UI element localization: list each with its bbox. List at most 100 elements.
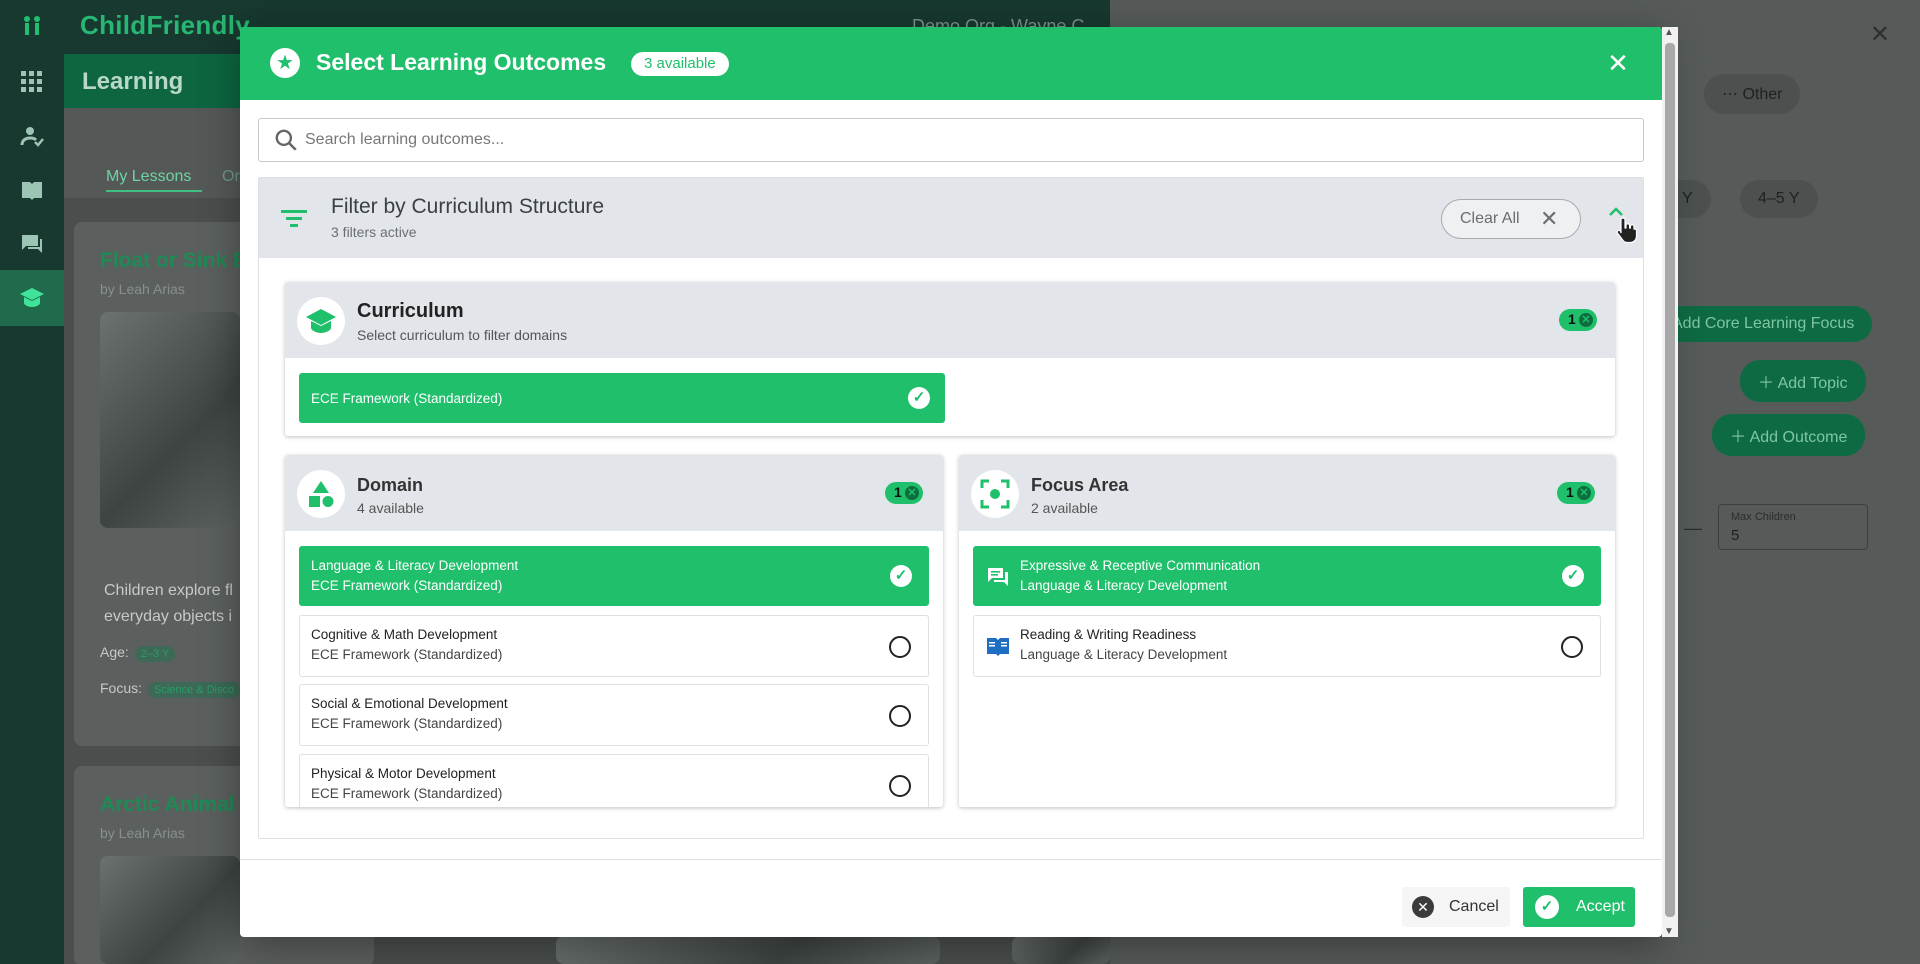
curriculum-subtitle: Select curriculum to filter domains: [357, 327, 568, 343]
option-label: Reading & Writing Readiness: [1020, 627, 1197, 642]
tab-other[interactable]: Or: [222, 168, 240, 186]
radio-unchecked-icon: [1561, 636, 1583, 658]
book-open-icon[interactable]: [18, 176, 46, 204]
dialog-scrollbar[interactable]: ▲ ▼: [1662, 27, 1678, 937]
accept-label: Accept: [1576, 898, 1625, 915]
clear-icon[interactable]: ✕: [1577, 486, 1591, 500]
cancel-label: Cancel: [1449, 898, 1499, 915]
add-core-learning-focus-button[interactable]: Add Core Learning Focus: [1660, 306, 1873, 342]
focus-area-header: Focus Area 2 available 1 ✕: [959, 455, 1615, 531]
age-chip: 2–3 Y: [134, 646, 176, 662]
option-sublabel: ECE Framework (Standardized): [311, 786, 503, 801]
focus-area-option[interactable]: Expressive & Receptive Communication Lan…: [973, 546, 1601, 606]
option-label: ECE Framework (Standardized): [311, 391, 503, 406]
lesson-title[interactable]: Arctic Animal: [100, 793, 235, 817]
clear-all-label: Clear All: [1460, 210, 1520, 227]
clear-icon[interactable]: ✕: [1579, 313, 1593, 327]
focus-area-title: Focus Area: [1031, 475, 1129, 495]
search-input[interactable]: [305, 125, 1625, 155]
lesson-description: Children explore fl everyday objects i: [104, 582, 233, 625]
check-icon: ✓: [1535, 895, 1559, 919]
curriculum-count-badge[interactable]: 1 ✕: [1559, 309, 1597, 331]
option-label: Cognitive & Math Development: [311, 627, 498, 642]
domain-panel: Domain 4 available 1 ✕ Language & Literac…: [285, 455, 943, 807]
check-icon: ✓: [1562, 565, 1584, 587]
radio-unchecked-icon: [889, 705, 911, 727]
lesson-age: Age: 2–3 Y: [100, 644, 176, 662]
select-learning-outcomes-dialog: ★ Select Learning Outcomes 3 available ✕…: [240, 27, 1662, 937]
footer-divider: [240, 859, 1662, 860]
focus-area-option[interactable]: Reading & Writing Readiness Language & L…: [973, 615, 1601, 677]
close-icon[interactable]: ✕: [1870, 20, 1890, 49]
option-label: Expressive & Receptive Communication: [1020, 558, 1261, 573]
option-sublabel: ECE Framework (Standardized): [311, 716, 503, 731]
domain-count-badge[interactable]: 1 ✕: [885, 482, 923, 504]
curriculum-filter-section: Filter by Curriculum Structure 3 filters…: [258, 177, 1644, 839]
add-outcome-button[interactable]: ＋ Add Outcome: [1712, 414, 1866, 456]
center-focus-icon: [971, 470, 1019, 518]
clear-icon[interactable]: ✕: [905, 486, 919, 500]
check-icon: ✓: [890, 565, 912, 587]
lesson-title[interactable]: Float or Sink E: [100, 249, 247, 273]
add-topic-button[interactable]: ＋ Add Topic: [1740, 360, 1866, 402]
max-children-field[interactable]: Max Children 5: [1718, 504, 1868, 550]
filter-count: 3 filters active: [331, 224, 417, 240]
graduation-cap-icon: [297, 297, 345, 345]
family-icon[interactable]: [18, 12, 46, 40]
tab-my-lessons[interactable]: My Lessons: [106, 168, 191, 186]
scroll-down-icon[interactable]: ▼: [1664, 926, 1674, 937]
option-sublabel: ECE Framework (Standardized): [311, 578, 503, 593]
cancel-button[interactable]: ✕ Cancel: [1402, 887, 1510, 927]
lesson-author: by Leah Arias: [100, 825, 185, 841]
domain-option[interactable]: Cognitive & Math Development ECE Framewo…: [299, 615, 929, 677]
domain-header: Domain 4 available 1 ✕: [285, 455, 943, 531]
lesson-image: [100, 312, 240, 528]
focus-area-count-badge[interactable]: 1 ✕: [1557, 482, 1595, 504]
max-children-label: Max Children: [1731, 511, 1796, 523]
search-box[interactable]: [258, 118, 1644, 162]
option-label: Physical & Motor Development: [311, 766, 496, 781]
lesson-author: by Leah Arias: [100, 281, 185, 297]
learning-icon[interactable]: [0, 270, 64, 326]
clear-all-button[interactable]: Clear All ✕: [1441, 199, 1581, 239]
domain-option[interactable]: Language & Literacy Development ECE Fram…: [299, 546, 929, 606]
domain-option[interactable]: Physical & Motor Development ECE Framewo…: [299, 754, 929, 807]
curriculum-panel: Curriculum Select curriculum to filter d…: [285, 282, 1615, 436]
messages-icon[interactable]: [18, 230, 46, 258]
scrollbar-thumb[interactable]: [1665, 43, 1675, 917]
filter-title: Filter by Curriculum Structure: [331, 195, 605, 218]
max-children-value: 5: [1731, 527, 1740, 544]
focus-area-panel: Focus Area 2 available 1 ✕ Expressive & R…: [959, 455, 1615, 807]
lesson-image: [1012, 936, 1110, 964]
apps-grid-icon[interactable]: [18, 68, 46, 96]
radio-unchecked-icon: [889, 775, 911, 797]
option-sublabel: Language & Literacy Development: [1020, 578, 1228, 593]
category-chip-other[interactable]: ⋯ Other: [1704, 74, 1801, 114]
lesson-focus: Focus: Science & Disco: [100, 680, 241, 698]
domain-option[interactable]: Social & Emotional Development ECE Frame…: [299, 684, 929, 746]
option-label: Social & Emotional Development: [311, 696, 508, 711]
filter-icon: [281, 210, 307, 227]
dialog-header: ★ Select Learning Outcomes 3 available ✕: [240, 27, 1662, 100]
pointer-cursor-icon: [1616, 217, 1638, 244]
age-chip[interactable]: 4–5 Y: [1740, 180, 1818, 218]
filter-header[interactable]: Filter by Curriculum Structure 3 filters…: [259, 178, 1643, 258]
attendance-icon[interactable]: [18, 122, 46, 150]
scroll-up-icon[interactable]: ▲: [1664, 27, 1674, 38]
domain-title: Domain: [357, 475, 424, 495]
close-icon: ✕: [1540, 206, 1559, 231]
check-icon: ✓: [908, 387, 930, 409]
dialog-title: Select Learning Outcomes: [316, 49, 607, 75]
option-label: Language & Literacy Development: [311, 558, 519, 573]
option-sublabel: Language & Literacy Development: [1020, 647, 1228, 662]
accept-button[interactable]: ✓ Accept: [1523, 887, 1635, 927]
lesson-image: [556, 936, 940, 964]
curriculum-option[interactable]: ECE Framework (Standardized) ✓: [299, 373, 945, 423]
close-icon[interactable]: ✕: [1603, 49, 1633, 79]
range-separator: —: [1684, 518, 1702, 538]
active-tab-indicator: [106, 190, 202, 192]
book-icon: [987, 638, 1009, 656]
available-badge: 3 available: [631, 52, 729, 76]
radio-unchecked-icon: [889, 636, 911, 658]
curriculum-title: Curriculum: [357, 300, 464, 322]
